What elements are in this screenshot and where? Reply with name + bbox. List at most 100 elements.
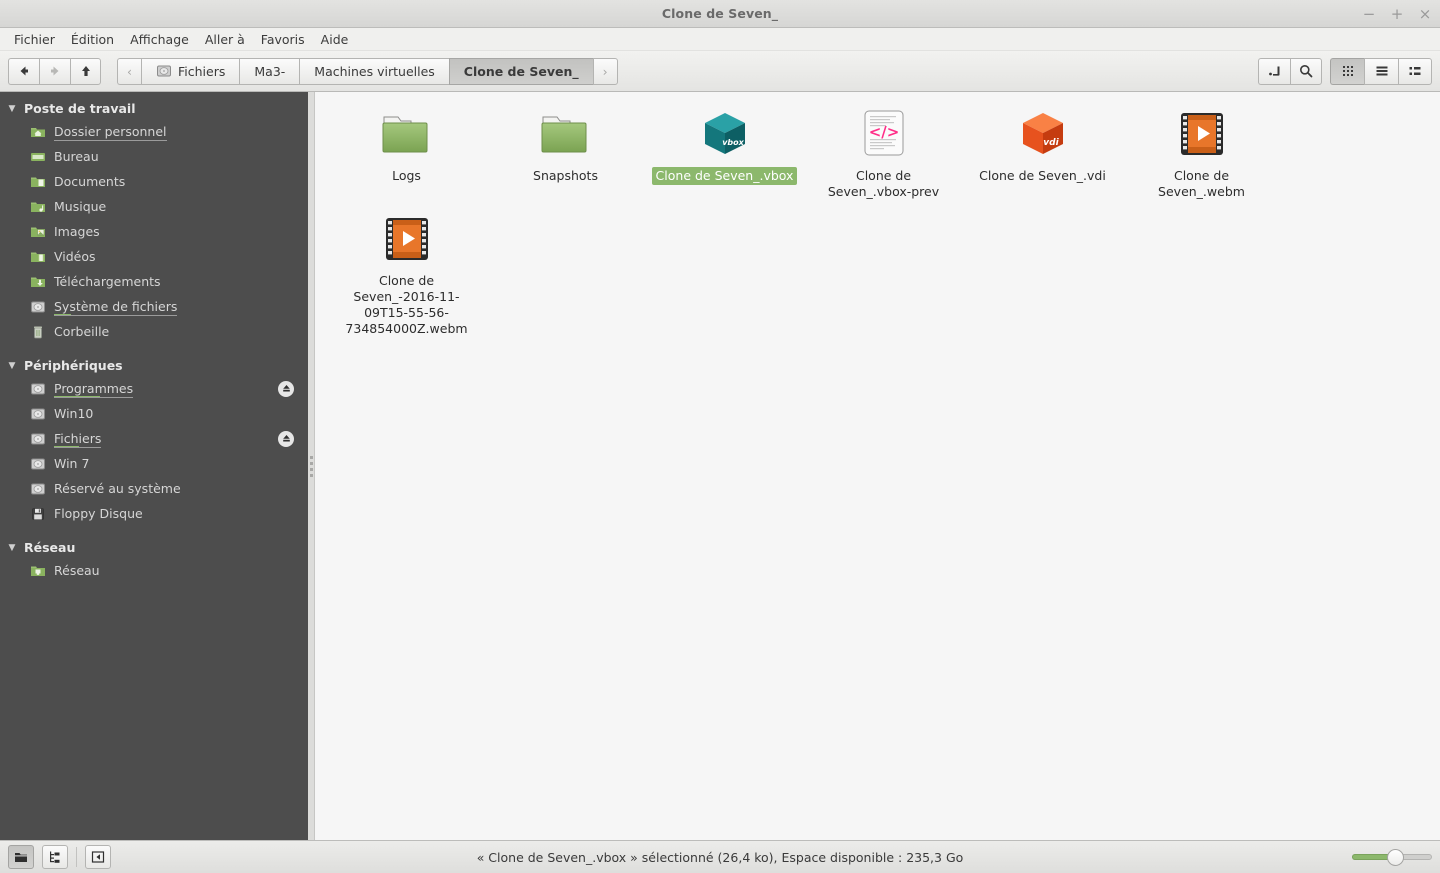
sidebar-item-label: Vidéos xyxy=(54,249,96,264)
sidebar-item-label: Musique xyxy=(54,199,107,214)
list-view-button[interactable] xyxy=(1364,57,1398,85)
breadcrumb-item-fichiers[interactable]: Fichiers xyxy=(141,57,240,85)
sidebar-item-videos[interactable]: Vidéos xyxy=(0,244,308,269)
sidebar-item-dossier-personnel[interactable]: Dossier personnel xyxy=(0,119,308,144)
eject-icon xyxy=(282,385,290,392)
icon-view-button[interactable] xyxy=(1330,57,1364,85)
sidebar-item-images[interactable]: Images xyxy=(0,219,308,244)
sidebar-item-systeme-de-fichiers[interactable]: Système de fichiers xyxy=(0,294,308,319)
sidebar-item-label: Documents xyxy=(54,174,126,189)
sidebar-group-label: Poste de travail xyxy=(24,101,136,116)
sidebar-item-label: Dossier personnel xyxy=(54,124,167,141)
sidebar-item-musique[interactable]: Musique xyxy=(0,194,308,219)
file-item-clone-de-seven-vdi[interactable]: vdi Clone de Seven_.vdi xyxy=(963,102,1122,207)
sidebar-toggle-icon xyxy=(91,851,105,863)
sidebar-group-peripheriques[interactable]: ▼ Périphériques xyxy=(0,355,308,376)
search-button[interactable] xyxy=(1290,57,1322,85)
vbox-cube-icon: vbox xyxy=(704,113,745,154)
sidebar-group-reseau[interactable]: ▼ Réseau xyxy=(0,537,308,558)
sidebar-item-programmes[interactable]: Programmes xyxy=(0,376,308,401)
arrow-up-icon xyxy=(81,66,90,76)
folder-icon xyxy=(382,116,427,153)
sidebar-item-bureau[interactable]: Bureau xyxy=(0,144,308,169)
breadcrumb-item-ma3[interactable]: Ma3- xyxy=(239,57,300,85)
sidebar-item-documents[interactable]: Documents xyxy=(0,169,308,194)
breadcrumb-item-machines-virtuelles[interactable]: Machines virtuelles xyxy=(299,57,449,85)
back-button[interactable] xyxy=(8,57,39,85)
shortcuts-pane-button[interactable] xyxy=(8,845,34,869)
sidebar-item-fichiers[interactable]: Fichiers xyxy=(0,426,308,451)
file-label: Clone de Seven_.webm xyxy=(1158,168,1245,199)
up-button[interactable] xyxy=(70,57,101,85)
sidebar-item-label: Win10 xyxy=(54,406,94,421)
trash-icon xyxy=(34,326,42,338)
file-manager-window: Clone de Seven_ − + × Fichier Édition Af… xyxy=(0,0,1440,873)
sidebar-item-floppy-disque[interactable]: Floppy Disque xyxy=(0,501,308,526)
menu-favoris[interactable]: Favoris xyxy=(253,30,313,49)
eject-button[interactable] xyxy=(278,380,294,397)
toolbar: ‹ Fichiers Ma3- Machines virtuelles Clon… xyxy=(0,51,1440,92)
splitter-grip-icon xyxy=(309,455,313,477)
file-item-clone-de-seven-vbox-prev[interactable]: </> Clone de Seven_.vbox-prev xyxy=(804,102,963,207)
sidebar-item-win-7[interactable]: Win 7 xyxy=(0,451,308,476)
breadcrumb-next-button[interactable]: › xyxy=(592,57,618,85)
toggle-location-entry-button[interactable] xyxy=(1258,57,1290,85)
compact-view-button[interactable] xyxy=(1398,57,1432,85)
arrow-left-icon xyxy=(20,66,28,76)
file-item-clone-de-seven-webm[interactable]: Clone de Seven_.webm xyxy=(1122,102,1281,207)
file-item-snapshots[interactable]: Snapshots xyxy=(486,102,645,207)
menu-aide[interactable]: Aide xyxy=(313,30,357,49)
zoom-slider[interactable] xyxy=(1352,848,1432,866)
video-film-icon xyxy=(385,218,428,260)
forward-button[interactable] xyxy=(39,57,70,85)
sidebar-item-corbeille[interactable]: Corbeille xyxy=(0,319,308,344)
breadcrumb-label: Fichiers xyxy=(178,63,226,79)
main-body: ▼ Poste de travail Dossier personnel Bur… xyxy=(0,92,1440,840)
chevron-down-icon: ▼ xyxy=(8,542,16,553)
xml-document-icon: </> xyxy=(864,110,903,156)
sidebar-item-telechargements[interactable]: Téléchargements xyxy=(0,269,308,294)
minimize-button[interactable]: − xyxy=(1362,6,1376,21)
sidebar-group-label: Périphériques xyxy=(24,358,123,373)
statusbar-separator xyxy=(76,847,77,867)
sidebar-item-win10[interactable]: Win10 xyxy=(0,401,308,426)
folder-icon xyxy=(541,116,586,153)
file-label: Clone de Seven_.vbox xyxy=(651,167,798,185)
file-label: Clone de Seven_.vdi xyxy=(979,168,1106,183)
drive-icon xyxy=(31,301,45,312)
grid-view-icon xyxy=(1342,66,1353,76)
menu-aller-a[interactable]: Aller à xyxy=(197,30,253,49)
navigation-buttons xyxy=(8,57,101,85)
music-folder-icon xyxy=(31,202,45,212)
menu-affichage[interactable]: Affichage xyxy=(122,30,197,49)
pictures-folder-icon xyxy=(31,227,45,237)
close-button[interactable]: × xyxy=(1418,6,1432,21)
view-mode-group xyxy=(1330,57,1432,85)
drive-icon xyxy=(31,483,45,494)
file-item-logs[interactable]: Logs xyxy=(327,102,486,207)
file-pane[interactable]: Logs Snapshots vbox Clone de Seven_.vbox… xyxy=(315,92,1440,840)
sidebar-group-label: Réseau xyxy=(24,540,76,555)
location-search-group xyxy=(1258,57,1322,85)
sidebar-item-reserve-au-systeme[interactable]: Réservé au système xyxy=(0,476,308,501)
sidebar-splitter[interactable] xyxy=(308,92,315,840)
toggle-sidebar-button[interactable] xyxy=(85,845,111,869)
tree-pane-button[interactable] xyxy=(42,845,68,869)
location-entry-icon xyxy=(1268,66,1279,76)
menu-edition[interactable]: Édition xyxy=(63,30,122,49)
zoom-slider-handle[interactable] xyxy=(1387,848,1404,866)
file-item-clone-de-seven-timestamped-webm[interactable]: Clone de Seven_-2016-11-09T15-55-56-7348… xyxy=(327,207,486,344)
file-label: Logs xyxy=(392,168,421,183)
sidebar: ▼ Poste de travail Dossier personnel Bur… xyxy=(0,92,308,840)
sidebar-group-poste-de-travail[interactable]: ▼ Poste de travail xyxy=(0,98,308,119)
eject-button[interactable] xyxy=(278,430,294,447)
breadcrumb-item-clone-de-seven[interactable]: Clone de Seven_ xyxy=(448,57,593,85)
breadcrumb-prev-button[interactable]: ‹ xyxy=(117,57,141,85)
sidebar-item-reseau[interactable]: Réseau xyxy=(0,558,308,583)
sidebar-item-label: Floppy Disque xyxy=(54,506,143,521)
maximize-button[interactable]: + xyxy=(1390,6,1404,21)
file-item-clone-de-seven-vbox[interactable]: vbox Clone de Seven_.vbox xyxy=(645,102,804,207)
menu-fichier[interactable]: Fichier xyxy=(6,30,63,49)
icon-grid: Logs Snapshots vbox Clone de Seven_.vbox… xyxy=(327,102,1428,344)
file-label: Clone de Seven_-2016-11-09T15-55-56-7348… xyxy=(345,273,468,336)
